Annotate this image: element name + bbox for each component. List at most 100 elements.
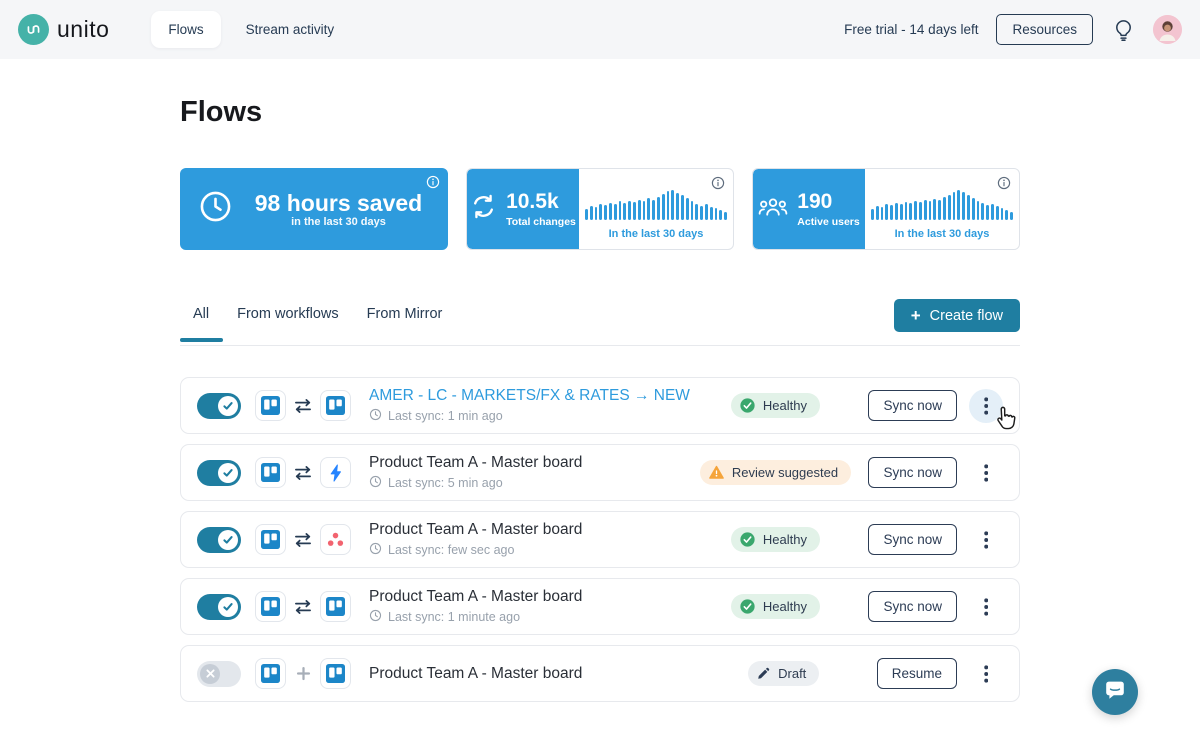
spark-bar (885, 204, 888, 220)
info-icon[interactable] (426, 175, 440, 189)
spark-bar (895, 203, 898, 220)
status-badge-healthy: Healthy (731, 527, 820, 552)
sync-arrows-icon (292, 532, 314, 548)
sparkline-caption: In the last 30 days (895, 228, 990, 240)
flow-enabled-toggle[interactable] (197, 393, 241, 419)
spark-bar (914, 201, 917, 220)
spark-bar (981, 203, 984, 220)
flow-title[interactable]: Product Team A - Master board (369, 665, 699, 683)
status-badge-zone: Draft (699, 661, 869, 686)
mouse-cursor (993, 406, 1016, 436)
flow-last-sync: Last sync: 5 min ago (369, 475, 690, 491)
spark-bar (938, 200, 941, 220)
flow-row: Product Team A - Master board Last sync:… (180, 511, 1020, 568)
flow-last-sync: Last sync: few sec ago (369, 542, 690, 558)
spark-bar (881, 207, 884, 220)
toggle-check-icon (218, 530, 238, 550)
tab-from-mirror[interactable]: From Mirror (353, 304, 457, 340)
bolt-icon (320, 457, 351, 488)
active-users-label: Active users (797, 216, 859, 228)
sync-now-button[interactable]: Sync now (868, 591, 957, 622)
spark-bar (724, 212, 727, 220)
spark-bar (715, 208, 718, 220)
sync-arrows-icon (292, 398, 314, 414)
trello-icon (320, 390, 351, 421)
kebab-menu-button[interactable] (969, 590, 1003, 624)
spark-bar (619, 201, 622, 220)
nav-tab-flows[interactable]: Flows (151, 11, 220, 48)
spark-bar (614, 204, 617, 220)
connected-tools (255, 591, 351, 622)
trello-icon (255, 457, 286, 488)
app-screen: unito Flows Stream activity Free trial -… (0, 0, 1200, 750)
flow-text: Product Team A - Master board Last sync:… (369, 588, 690, 625)
spark-bar (623, 203, 626, 220)
sync-now-button[interactable]: Sync now (868, 524, 957, 555)
sparkline-caption: In the last 30 days (609, 228, 704, 240)
active-users-card: 190 Active users In the last 30 days (752, 168, 1020, 250)
clock-icon (369, 408, 382, 424)
plus-icon: + (911, 307, 921, 324)
kebab-icon (984, 665, 989, 683)
status-badge-zone: Healthy (690, 594, 860, 619)
clock-icon (369, 609, 382, 625)
tab-from-workflows[interactable]: From workflows (223, 304, 353, 340)
resources-button[interactable]: Resources (996, 14, 1093, 45)
active-users-sparkline (871, 190, 1013, 220)
connected-tools (255, 390, 351, 421)
flow-enabled-toggle[interactable] (197, 661, 241, 687)
unito-logo[interactable]: unito (18, 14, 109, 45)
nav-tab-stream-activity[interactable]: Stream activity (229, 11, 352, 48)
spark-bar (604, 205, 607, 220)
chat-launcher-button[interactable] (1092, 669, 1138, 715)
info-icon[interactable] (997, 176, 1011, 190)
flow-title[interactable]: Product Team A - Master board (369, 588, 690, 606)
spark-bar (924, 200, 927, 220)
tab-all[interactable]: All (180, 304, 223, 340)
spark-bar (929, 201, 932, 220)
spark-bar (695, 204, 698, 221)
flow-enabled-toggle[interactable] (197, 527, 241, 553)
spark-bar (671, 190, 674, 220)
spark-bar (657, 197, 660, 220)
total-changes-value: 10.5k (506, 190, 576, 213)
spark-bar (943, 197, 946, 220)
spark-bar (953, 192, 956, 220)
flow-title[interactable]: Product Team A - Master board (369, 454, 690, 472)
spark-bar (691, 201, 694, 220)
toggle-check-icon (218, 463, 238, 483)
free-trial-text: Free trial - 14 days left (844, 22, 978, 37)
toggle-check-icon (218, 396, 238, 416)
resume-button[interactable]: Resume (877, 658, 957, 689)
spark-bar (652, 200, 655, 220)
info-icon[interactable] (711, 176, 725, 190)
flow-title[interactable]: AMER - LC - MARKETS/FX & RATES → NEWSDES… (369, 387, 690, 405)
sync-now-button[interactable]: Sync now (868, 457, 957, 488)
users-group-icon (758, 196, 788, 223)
kebab-menu-button[interactable] (969, 657, 1003, 691)
total-changes-chart-panel: In the last 30 days (579, 169, 733, 249)
user-avatar[interactable] (1153, 15, 1182, 44)
spark-bar (977, 201, 980, 220)
total-changes-blue-panel: 10.5k Total changes (467, 169, 579, 249)
kebab-menu-button[interactable] (969, 523, 1003, 557)
status-badge-healthy: Healthy (731, 594, 820, 619)
flow-text: AMER - LC - MARKETS/FX & RATES → NEWSDES… (369, 387, 690, 424)
spark-bar (590, 206, 593, 220)
spark-bar (986, 205, 989, 220)
top-navbar: unito Flows Stream activity Free trial -… (0, 0, 1200, 59)
create-flow-button[interactable]: + Create flow (894, 299, 1020, 332)
connected-tools (255, 658, 351, 689)
kebab-menu-button[interactable] (969, 389, 1003, 423)
flow-row: Product Team A - Master board Draft Resu… (180, 645, 1020, 702)
flow-title[interactable]: Product Team A - Master board (369, 521, 690, 539)
flow-enabled-toggle[interactable] (197, 460, 241, 486)
status-badge-zone: Healthy (690, 393, 860, 418)
warning-triangle-icon (709, 465, 724, 480)
flow-enabled-toggle[interactable] (197, 594, 241, 620)
spark-bar (710, 207, 713, 220)
clock-icon (369, 475, 382, 491)
lightbulb-icon[interactable] (1111, 18, 1135, 42)
sync-now-button[interactable]: Sync now (868, 390, 957, 421)
kebab-menu-button[interactable] (969, 456, 1003, 490)
